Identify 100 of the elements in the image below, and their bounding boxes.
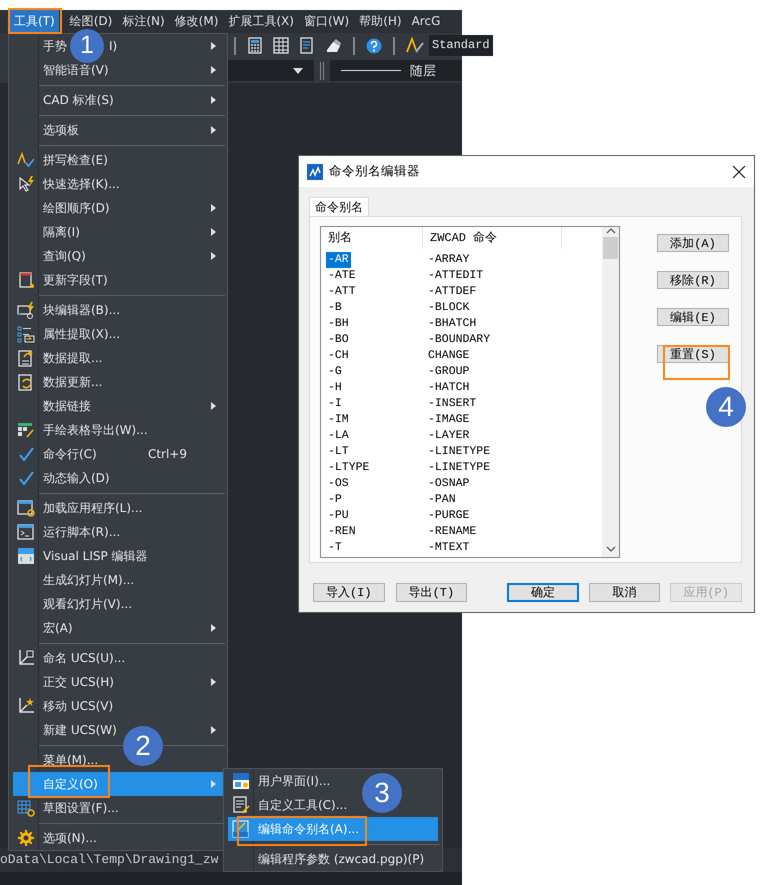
- menu-bar-item[interactable]: 工具(T): [10, 10, 59, 33]
- menu-item[interactable]: 属性提取(X)...: [39, 328, 120, 340]
- scroll-down-icon: [606, 545, 616, 553]
- menu-item[interactable]: 拼写检查(E): [39, 154, 108, 166]
- dialog-button[interactable]: 确定: [507, 583, 579, 602]
- menu-bar-item[interactable]: 帮助(H): [355, 16, 406, 27]
- menu-item[interactable]: 运行脚本(R)...: [39, 526, 120, 538]
- dialog-button[interactable]: 导出(T): [396, 583, 468, 602]
- menu-item[interactable]: 宏(A): [39, 622, 73, 634]
- menu-bar-item[interactable]: 窗口(W): [300, 16, 354, 27]
- alias-cell[interactable]: -LTYPE: [326, 460, 372, 476]
- layer-dropdown[interactable]: [228, 60, 314, 81]
- menu-bar-item[interactable]: 绘图(D): [66, 16, 116, 27]
- tab[interactable]: 命令别名: [309, 197, 369, 216]
- menu-item-label[interactable]: I): [109, 39, 118, 53]
- menu-bar-item[interactable]: 扩展工具(X): [224, 16, 298, 27]
- menu-item[interactable]: 加载应用程序(L)...: [39, 502, 142, 514]
- close-icon[interactable]: [732, 164, 746, 178]
- grid-settings-icon: [17, 799, 35, 817]
- scroll-thumb[interactable]: [603, 237, 618, 259]
- alias-cell[interactable]: -REN: [326, 524, 358, 540]
- alias-cell[interactable]: -H: [326, 380, 344, 396]
- eraser-icon: [325, 37, 342, 54]
- alias-cell[interactable]: -LT: [326, 444, 351, 460]
- menu-bar-item[interactable]: ArcG: [408, 16, 444, 27]
- menu-item[interactable]: 草图设置(F)...: [39, 802, 119, 814]
- menu-item[interactable]: 数据更新...: [39, 376, 102, 388]
- menu-item[interactable]: 绘图顺序(D): [39, 202, 110, 214]
- menu-item[interactable]: 命名 UCS(U)...: [39, 652, 126, 664]
- command-cell-text: -BLOCK: [427, 300, 470, 316]
- menu-item[interactable]: 更新字段(T): [39, 274, 108, 286]
- command-cell-text: -BOUNDARY: [427, 332, 490, 348]
- command-cell-text: -OSNAP: [427, 476, 470, 492]
- alias-cell[interactable]: -ATE: [326, 268, 358, 284]
- alias-cell[interactable]: -AR: [326, 252, 351, 268]
- menu-item[interactable]: 选项(N)...: [39, 832, 97, 844]
- dialog-button[interactable]: 编辑(E): [657, 308, 729, 326]
- help-icon: [366, 38, 382, 54]
- menu-item[interactable]: 命令行(C): [39, 448, 97, 460]
- column-header[interactable]: ZWCAD 命令: [422, 227, 562, 249]
- alias-cell[interactable]: -OS: [326, 476, 351, 492]
- command-cell-text: -LAYER: [427, 428, 470, 444]
- command-cell-text: -ARRAY: [427, 252, 470, 268]
- alias-cell[interactable]: -ATT: [326, 284, 358, 300]
- dialog-button[interactable]: 取消: [588, 583, 660, 602]
- column-header[interactable]: 别名: [321, 227, 422, 249]
- lisp-editor-icon: [17, 547, 35, 565]
- alias-cell[interactable]: -I: [326, 396, 344, 412]
- command-cell-text: -LINETYPE: [427, 444, 490, 460]
- menu-item[interactable]: 动态输入(D): [39, 472, 110, 484]
- alias-cell[interactable]: -PU: [326, 508, 351, 524]
- menu-bar-item[interactable]: 标注(N): [118, 16, 169, 27]
- command-cell-text: -INSERT: [427, 396, 476, 412]
- alias-cell[interactable]: -IM: [326, 412, 351, 428]
- menu-item[interactable]: 隔离(I): [39, 226, 80, 238]
- alias-cell[interactable]: -G: [326, 364, 344, 380]
- menu-item[interactable]: CAD 标准(S): [39, 94, 114, 106]
- menu-item[interactable]: 手势: [43, 39, 67, 53]
- menu-item[interactable]: 菜单(M)...: [39, 754, 98, 766]
- menu-item[interactable]: 自定义工具(C)...: [254, 799, 348, 811]
- menu-item[interactable]: 编辑程序参数 (zwcad.pgp)(P): [254, 853, 424, 865]
- menu-item[interactable]: 数据提取...: [39, 352, 102, 364]
- alias-cell[interactable]: -LA: [326, 428, 351, 444]
- alias-cell[interactable]: -B: [326, 300, 344, 316]
- alias-cell[interactable]: -CH: [326, 348, 351, 364]
- menu-bar-item[interactable]: 修改(M): [170, 16, 222, 27]
- spell-check-icon: [17, 151, 35, 169]
- menu-item[interactable]: 新建 UCS(W): [39, 724, 117, 736]
- dialog-button[interactable]: 移除(R): [657, 271, 729, 289]
- menu-item[interactable]: 用户界面(I)...: [254, 775, 330, 787]
- command-cell-text: -RENAME: [427, 524, 476, 540]
- menu-item[interactable]: 正交 UCS(H): [39, 676, 114, 688]
- menu-item[interactable]: 块编辑器(B)...: [39, 304, 120, 316]
- dialog-button[interactable]: 导入(I): [313, 583, 385, 602]
- menu-item[interactable]: 数据链接: [39, 400, 91, 412]
- menu-item[interactable]: 手绘表格导出(W)...: [39, 424, 148, 436]
- menu-item[interactable]: 选项板: [39, 124, 79, 136]
- alias-file-icon: [232, 820, 250, 838]
- text-style-field[interactable]: Standard: [429, 35, 493, 56]
- menu-item[interactable]: 生成幻灯片(M)...: [39, 574, 134, 586]
- menu-item[interactable]: 快速选择(K)...: [39, 178, 120, 190]
- alias-cell[interactable]: -P: [326, 492, 344, 508]
- command-cell-text: -BHATCH: [427, 316, 476, 332]
- toolbar-document-icon: [232, 796, 250, 814]
- block-editor-icon: [17, 301, 35, 319]
- alias-cell[interactable]: -BO: [326, 332, 351, 348]
- menu-item[interactable]: Visual LISP 编辑器: [39, 550, 148, 562]
- menu-item[interactable]: 移动 UCS(V): [39, 700, 114, 712]
- command-cell-text: -HATCH: [427, 380, 470, 396]
- dialog-button[interactable]: 添加(A): [657, 234, 729, 252]
- alias-cell[interactable]: -T: [326, 540, 344, 556]
- app-logo-icon: [307, 164, 323, 180]
- text-style-icon: [406, 37, 424, 54]
- window-title: 命令别名编辑器: [329, 163, 421, 180]
- calculator-icon: [247, 37, 263, 54]
- menu-item[interactable]: 查询(Q): [39, 250, 86, 262]
- alias-cell[interactable]: -BH: [326, 316, 351, 332]
- linetype-field[interactable]: 随层: [330, 60, 462, 81]
- menu-item[interactable]: 智能语音(V): [39, 64, 109, 76]
- menu-item[interactable]: 观看幻灯片(V)...: [39, 598, 132, 610]
